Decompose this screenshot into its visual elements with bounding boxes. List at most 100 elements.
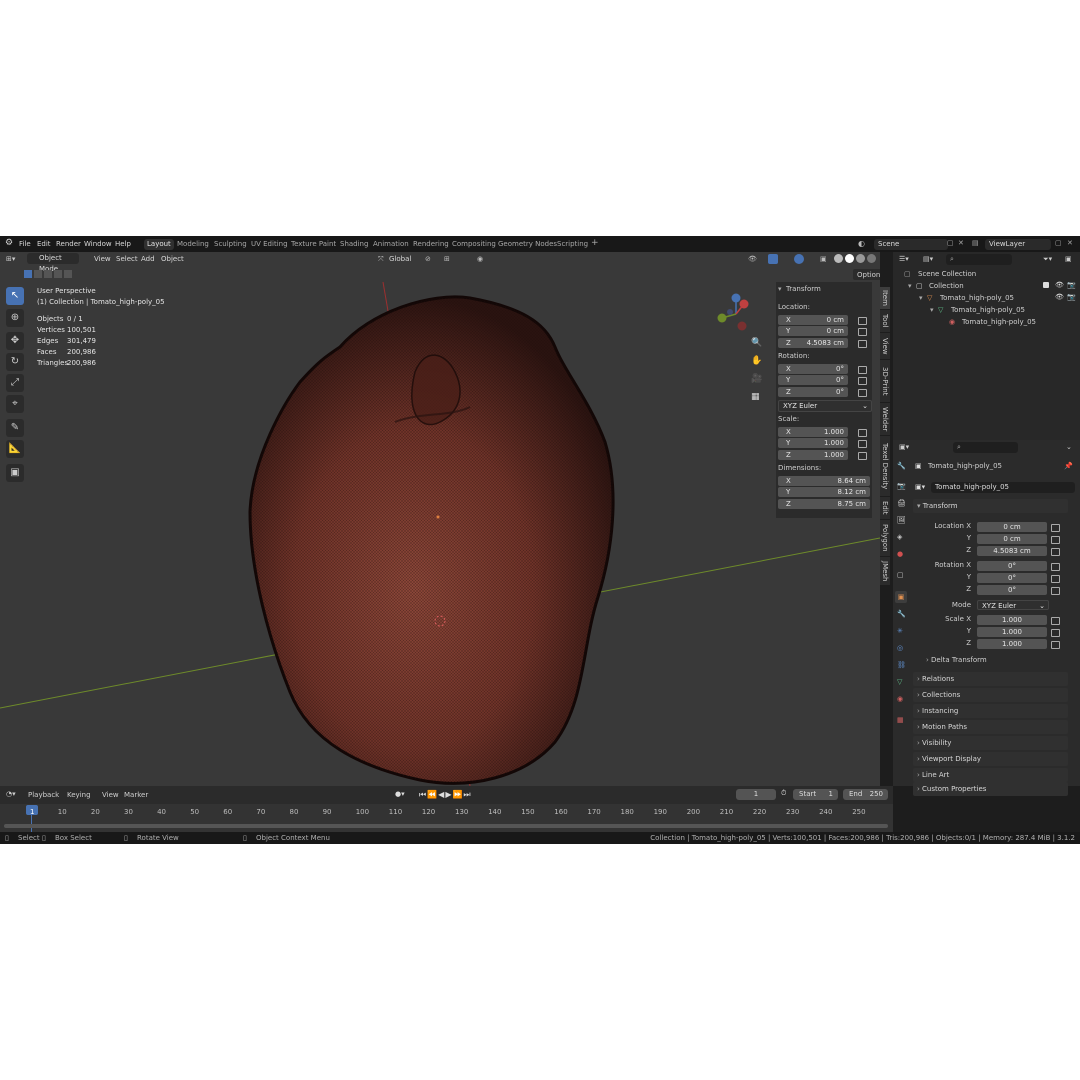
lock-icon[interactable]	[858, 366, 867, 374]
menu-edit[interactable]: Edit	[37, 240, 51, 248]
prop-rotation-mode-select[interactable]: XYZ Euler ⌄	[977, 600, 1049, 610]
blender-logo-icon[interactable]: ⚙	[5, 238, 13, 248]
copy-view-layer-icon[interactable]: ▢	[1055, 239, 1062, 247]
copy-scene-icon[interactable]: ▢	[947, 239, 954, 247]
pivot-icon[interactable]: ⊘	[425, 255, 431, 263]
tab-modeling[interactable]: Modeling	[174, 239, 212, 250]
transform-panel-title[interactable]: Transform	[786, 285, 821, 293]
prop-rotation-z-field[interactable]: 0°	[977, 585, 1047, 595]
zoom-icon[interactable]: 🔍	[751, 338, 762, 348]
timeline-scrollbar[interactable]	[4, 824, 888, 828]
world-tab-icon[interactable]: ●	[897, 550, 903, 558]
options-button[interactable]: Options	[853, 269, 880, 280]
data-tab-icon[interactable]: ▽	[897, 678, 902, 686]
instancing-section[interactable]: › Instancing	[913, 704, 1068, 718]
navigation-gizmo[interactable]	[712, 290, 756, 334]
lock-icon[interactable]	[1051, 563, 1060, 571]
object-tab-icon[interactable]: ▣	[895, 591, 907, 603]
select-new-icon[interactable]	[24, 270, 32, 278]
tab-texture-paint[interactable]: Texture Paint	[288, 239, 339, 250]
tool-tab-icon[interactable]: 🔧	[897, 462, 906, 470]
tab-sculpting[interactable]: Sculpting	[211, 239, 250, 250]
lock-icon[interactable]	[1051, 575, 1060, 583]
custom-properties-section[interactable]: › Custom Properties	[913, 782, 1068, 796]
outliner-material-label[interactable]: Tomato_high-poly_05	[962, 318, 1036, 326]
lock-icon[interactable]	[858, 452, 867, 460]
prop-location-x-field[interactable]: 0 cm	[977, 522, 1047, 532]
shading-wireframe-icon[interactable]	[834, 254, 843, 263]
outliner-object-label[interactable]: Tomato_high-poly_05	[940, 294, 1014, 302]
transform-tool-button[interactable]: ⌖	[6, 395, 24, 413]
sidebar-tab-item[interactable]: Item	[880, 287, 890, 310]
lock-icon[interactable]	[1051, 536, 1060, 544]
select-tool-button[interactable]: ↖	[6, 287, 24, 305]
select-intersect-icon[interactable]	[64, 270, 72, 278]
tab-layout[interactable]: Layout	[144, 239, 174, 250]
lock-icon[interactable]	[1051, 524, 1060, 532]
view-layer-icon[interactable]: ▤	[972, 239, 979, 247]
rotation-x-field[interactable]: X 0°	[778, 364, 848, 374]
lock-icon[interactable]	[858, 377, 867, 385]
outliner-mesh-label[interactable]: Tomato_high-poly_05	[951, 306, 1025, 314]
display-mode-icon[interactable]: ▤▾	[923, 255, 933, 263]
object-name-field[interactable]: Tomato_high-poly_05	[931, 482, 1075, 493]
prop-scale-x-field[interactable]: 1.000	[977, 615, 1047, 625]
add-cube-tool-button[interactable]: ▣	[6, 464, 24, 482]
tab-rendering[interactable]: Rendering	[410, 239, 452, 250]
properties-editor-icon[interactable]: ▣▾	[899, 443, 909, 451]
eye-icon[interactable]: 👁	[1055, 293, 1064, 301]
menu-add[interactable]: Add	[141, 255, 155, 263]
chevron-down-icon[interactable]: ▾	[930, 306, 934, 314]
sidebar-tab-welder[interactable]: Welder	[880, 403, 890, 436]
prop-scale-y-field[interactable]: 1.000	[977, 627, 1047, 637]
pan-hand-icon[interactable]: ✋	[751, 356, 762, 366]
lock-icon[interactable]	[858, 389, 867, 397]
overlay-toggle-icon[interactable]	[794, 254, 804, 264]
prop-location-z-field[interactable]: 4.5083 cm	[977, 546, 1047, 556]
sidebar-tab-3d-print[interactable]: 3D-Print	[880, 360, 890, 403]
chevron-down-icon[interactable]: ▾	[919, 294, 923, 302]
outliner-search-input[interactable]: ⌕	[946, 254, 1012, 265]
chevron-down-icon[interactable]: ⌄	[1066, 443, 1072, 451]
tab-compositing[interactable]: Compositing	[449, 239, 499, 250]
visibility-section[interactable]: › Visibility	[913, 736, 1068, 750]
xray-icon[interactable]: ▣	[820, 255, 827, 263]
scale-z-field[interactable]: Z 1.000	[778, 450, 848, 460]
lock-icon[interactable]	[858, 429, 867, 437]
annotate-tool-button[interactable]: ✎	[6, 419, 24, 437]
chevron-down-icon[interactable]: ▾	[908, 282, 912, 290]
lock-icon[interactable]	[858, 440, 867, 448]
rotation-mode-select[interactable]: XYZ Euler ⌄	[778, 400, 872, 412]
transform-orientation[interactable]: Global	[389, 255, 411, 263]
add-workspace-button[interactable]: +	[588, 238, 602, 249]
tab-animation[interactable]: Animation	[370, 239, 412, 250]
move-tool-button[interactable]: ✥	[6, 332, 24, 350]
menu-object[interactable]: Object	[161, 255, 184, 263]
material-tab-icon[interactable]: ◉	[897, 695, 903, 703]
modifier-tab-icon[interactable]: 🔧	[897, 610, 906, 618]
shading-material-icon[interactable]	[856, 254, 865, 263]
tab-uv-editing[interactable]: UV Editing	[248, 239, 291, 250]
relations-section[interactable]: › Relations	[913, 672, 1068, 686]
menu-window[interactable]: Window	[84, 240, 112, 248]
select-invert-icon[interactable]	[54, 270, 62, 278]
dimension-x-field[interactable]: X 8.64 cm	[778, 476, 870, 486]
motion-paths-section[interactable]: › Motion Paths	[913, 720, 1068, 734]
eye-icon[interactable]: 👁	[1055, 281, 1064, 289]
tab-scripting[interactable]: Scripting	[554, 239, 591, 250]
outliner-editor-icon[interactable]: ☰▾	[899, 255, 909, 263]
lock-icon[interactable]	[1051, 641, 1060, 649]
visibility-icon[interactable]: 👁	[748, 255, 757, 263]
camera-view-icon[interactable]: 🎥	[751, 374, 762, 384]
view-layer-tab-icon[interactable]: 🖼	[897, 516, 906, 524]
camera-icon[interactable]: 📷	[1067, 293, 1076, 301]
collection-label[interactable]: Collection	[929, 282, 964, 290]
menu-select[interactable]: Select	[116, 255, 138, 263]
dimension-z-field[interactable]: Z 8.75 cm	[778, 499, 870, 509]
physics-tab-icon[interactable]: ◎	[897, 644, 903, 652]
scene-tab-icon[interactable]: ◈	[897, 533, 902, 541]
lock-icon[interactable]	[1051, 548, 1060, 556]
sidebar-tab-view[interactable]: View	[880, 333, 890, 360]
measure-tool-button[interactable]: 📐	[6, 440, 24, 458]
render-tab-icon[interactable]: 📷	[897, 482, 906, 490]
